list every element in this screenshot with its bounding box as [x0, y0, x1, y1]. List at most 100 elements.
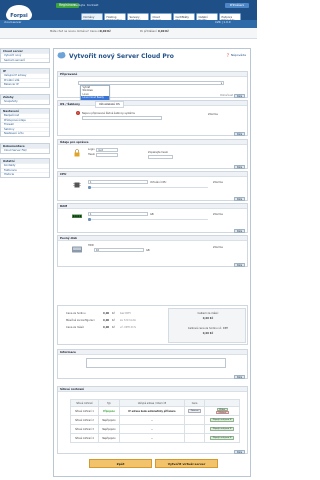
- template-panel: Připravené ▾ Vybrat Windows Linux Linux …: [57, 71, 248, 101]
- nic-name: Síťové rozhraní 3: [70, 424, 99, 434]
- table-row: Síťové rozhraní 3 Nepřipojeno — Připojit…: [70, 424, 240, 434]
- summary-value: 0,00: [103, 312, 110, 315]
- summary-value: 0,00: [103, 326, 110, 329]
- nic-price: [183, 424, 206, 434]
- sidebar-item-snapshots[interactable]: Snapshoty: [1, 99, 49, 104]
- help-label: Nápověda: [230, 53, 246, 57]
- tab-user-os[interactable]: Uživatelské OS: [94, 101, 124, 108]
- summary-unit: Kč: [112, 326, 116, 329]
- sidebar-item-list[interactable]: Seznam serverů: [1, 57, 49, 63]
- page-title: Vytvořit nový Server Cloud Pro: [69, 53, 174, 60]
- nic-name: Síťové rozhraní 1: [70, 406, 99, 416]
- summary-note: za 720 hodin: [120, 319, 137, 322]
- back-button[interactable]: Zpět: [89, 459, 152, 468]
- login-button[interactable]: Přihlášení: [225, 3, 249, 8]
- ram-unit: GB: [150, 212, 154, 216]
- os-select[interactable]: [82, 116, 162, 120]
- sidebar-section-docs: Dokumentace Cloud Server FAQ: [0, 143, 50, 154]
- connect-public-ip-button[interactable]: Připojit veřejnou IP: [210, 418, 235, 422]
- column-header: Typ: [97, 399, 121, 407]
- sidebar-item-faq[interactable]: Cloud Server FAQ: [1, 148, 49, 153]
- nic-type: Nepřipojeno: [97, 424, 121, 434]
- ram-price: Zdarma: [213, 213, 223, 216]
- next-button[interactable]: Dále: [234, 375, 245, 379]
- nic-actions: Připojit veřejnou IP: [204, 415, 240, 425]
- main-panel: Vytvořit nový Server Cloud Pro ❓ Nápověd…: [53, 48, 251, 477]
- header-link-contact[interactable]: Kontakt: [87, 3, 98, 8]
- promo-bar: Máte chuť na novou doménu? Cena od 0,00 …: [0, 28, 257, 39]
- nic-actions: Připojit veřejnou IP: [204, 424, 240, 434]
- ram-header: RAM: [58, 204, 247, 209]
- remove-button[interactable]: Odebrat: [215, 411, 229, 415]
- disk-unit: GB: [146, 248, 150, 252]
- next-button[interactable]: Dále: [234, 263, 245, 267]
- password2-field[interactable]: [148, 154, 173, 159]
- sidebar-item-balancer[interactable]: Balancer IP: [1, 82, 49, 87]
- os-price: Zdarma: [208, 113, 218, 116]
- disk-type: HDD: [88, 244, 94, 247]
- summary-note: bez DPH: [120, 312, 131, 315]
- cpu-panel: CPU 1 Virtuální CPU Zdarma Dále: [57, 171, 248, 201]
- next-button[interactable]: Dále: [234, 94, 245, 98]
- ram-input[interactable]: 1: [88, 212, 148, 216]
- info-header: Informace: [58, 350, 247, 355]
- footer-actions: Zpět Vytvořit virtuál server: [89, 459, 219, 468]
- sidebar-section-other: Ostatní Kontakty Fakturace Historie: [0, 158, 50, 178]
- promo-text: Máte chuť na novou doménu?: [50, 30, 89, 33]
- info-panel: Informace Dále: [57, 349, 248, 379]
- help-link[interactable]: ❓ Nápověda: [226, 53, 246, 57]
- summary-note: vč. DPH 21%: [120, 326, 137, 329]
- sidebar-item-account[interactable]: Nastavení účtu: [1, 131, 49, 136]
- connect-public-ip-button[interactable]: Připojit veřejnou IP: [210, 436, 235, 440]
- cpu-icon: [73, 182, 81, 188]
- cloud-icon: [57, 52, 66, 59]
- box-value-hour: 0,00 Kč: [202, 332, 214, 335]
- next-button[interactable]: Dále: [234, 165, 245, 169]
- disk-panel: Pevný disk HDD 10 GB Zdarma Dále: [57, 235, 248, 267]
- nic-actions: Připojit veřejnou IP: [204, 433, 240, 443]
- table-row: Síťové rozhraní 1 Připojeno IP adresa bu…: [70, 406, 240, 416]
- next-button[interactable]: Dále: [234, 229, 245, 233]
- summary-label: Cena za hodinu: [66, 312, 86, 315]
- password-field[interactable]: [96, 152, 118, 157]
- nic-actions: Přidat Odebrat: [204, 406, 240, 416]
- info-textarea[interactable]: [86, 358, 226, 368]
- site-header: Forpsi Registrace Sledujte Kontakt Přihl…: [0, 0, 257, 28]
- price-summary-box: Celkem za měsíc 0,00 Kč Celková cena za …: [168, 308, 246, 343]
- chevron-down-icon: ▾: [220, 82, 222, 85]
- next-button[interactable]: Dále: [234, 132, 245, 136]
- box-label-month: Celkem za měsíc: [197, 312, 219, 315]
- header-link-follow[interactable]: Sledujte: [73, 3, 85, 8]
- sidebar-item-history[interactable]: Historie: [1, 172, 49, 177]
- password-label: Heslo: [88, 153, 95, 156]
- stripe-left-text: cloud-server: [4, 20, 22, 24]
- promo-login-label: Po přihlášení: [140, 30, 157, 33]
- cpu-input[interactable]: 1: [88, 180, 148, 184]
- create-server-button[interactable]: Vytvořit virtuál server: [155, 459, 218, 468]
- next-button[interactable]: Dále: [234, 450, 245, 454]
- cpu-slider[interactable]: [88, 185, 208, 191]
- ram-slider[interactable]: [88, 217, 208, 223]
- summary-value: 0,00: [103, 319, 110, 322]
- nic-name: Síťové rozhraní 2: [70, 415, 99, 425]
- os-panel: OS / Šablony Uživatelské OS ! Nejsou při…: [57, 100, 248, 136]
- table-row: Síťové rozhraní 2 Nepřipojeno — Připojit…: [70, 415, 240, 425]
- stripe-right-text: CZK | 1.0.0: [215, 20, 231, 24]
- promo-price: 0,00 Kč: [100, 30, 111, 33]
- box-value-month: 0,00 Kč: [202, 317, 214, 320]
- access-panel: Údaje pro správce Login root Heslo Zopak…: [57, 139, 248, 169]
- column-header: Veřejná adresa / Interní IP: [119, 399, 185, 407]
- summary-panel: Cena za hodinu 0,00 Kč bez DPH Měsíčně z…: [57, 305, 248, 345]
- nic-ip: —: [119, 433, 185, 443]
- connect-public-ip-button[interactable]: Připojit veřejnou IP: [210, 427, 235, 431]
- nic-type: Nepřipojeno: [97, 415, 121, 425]
- error-icon: !: [76, 111, 80, 115]
- nic-price: Zdarma: [183, 406, 206, 416]
- summary-label: Cena za měsíc: [66, 326, 85, 329]
- column-header: Cena: [183, 399, 206, 407]
- next-hint: Pokračovat: [220, 94, 233, 97]
- login-field[interactable]: root: [96, 147, 118, 152]
- disk-input[interactable]: 10: [94, 248, 144, 252]
- promo-login-price: 0,00 Kč: [158, 30, 169, 33]
- next-button[interactable]: Dále: [234, 197, 245, 201]
